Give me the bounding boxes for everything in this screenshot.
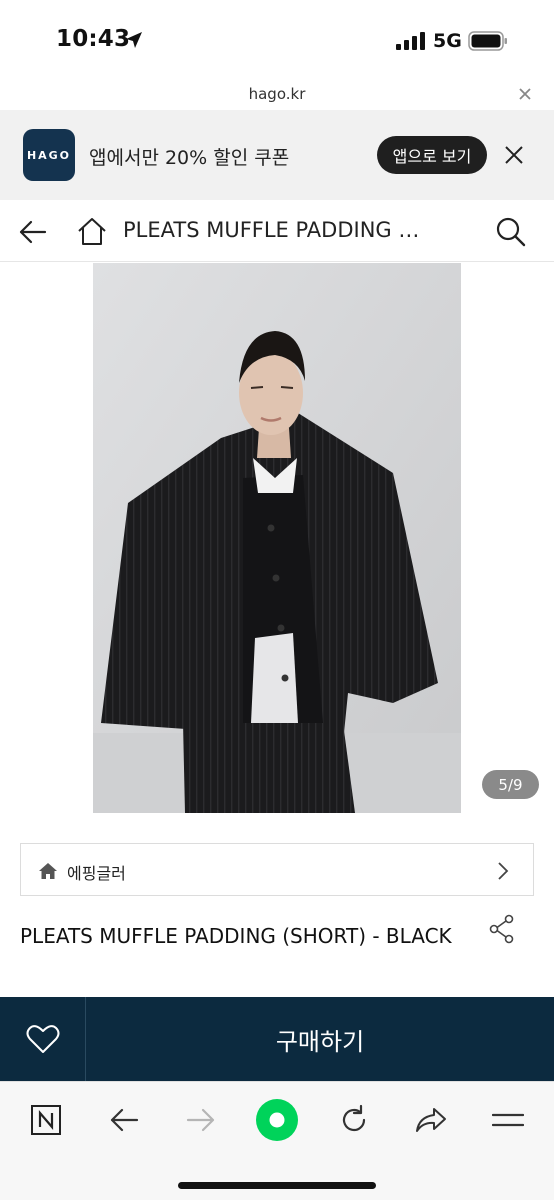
share-page-button[interactable] [411, 1100, 451, 1140]
page-title: PLEATS MUFFLE PADDING … [123, 218, 420, 242]
share-icon[interactable] [488, 914, 516, 944]
browser-back-button[interactable] [104, 1100, 144, 1140]
close-icon[interactable] [518, 87, 532, 101]
product-photo-illustration [93, 263, 461, 813]
reload-icon [342, 1104, 366, 1132]
reload-button[interactable] [334, 1100, 374, 1140]
purchase-bar: 구매하기 [0, 997, 554, 1081]
menu-icon [492, 1113, 524, 1127]
open-app-button[interactable]: 앱으로 보기 [377, 136, 487, 174]
signal-bars-icon [396, 32, 425, 50]
banner-message: 앱에서만 20% 할인 쿠폰 [89, 147, 290, 169]
green-circle-icon [256, 1099, 298, 1141]
search-icon[interactable] [495, 216, 527, 248]
product-title: PLEATS MUFFLE PADDING (SHORT) - BLACK [20, 924, 452, 948]
url-bar[interactable]: hago.kr [0, 80, 554, 110]
green-action-button[interactable] [255, 1098, 299, 1142]
hago-logo: HAGO [23, 129, 75, 181]
page-header: PLEATS MUFFLE PADDING … [0, 200, 554, 262]
brand-name: 에핑글러 [67, 864, 126, 883]
home-indicator [178, 1182, 376, 1189]
close-icon[interactable] [504, 145, 524, 165]
image-counter: 5/9 [482, 770, 539, 799]
status-time: 10:43 [56, 26, 131, 52]
url-text[interactable]: hago.kr [0, 85, 554, 103]
chevron-right-icon [498, 862, 509, 880]
network-type: 5G [433, 30, 462, 52]
battery-icon [468, 31, 507, 51]
heart-icon [26, 1025, 59, 1053]
naver-n-icon [31, 1105, 61, 1135]
status-bar: 10:43 5G [0, 0, 554, 80]
browser-forward-button[interactable] [181, 1100, 221, 1140]
forward-arrow-icon [186, 1108, 215, 1132]
home-icon[interactable] [76, 216, 108, 248]
browser-toolbar [0, 1081, 554, 1200]
app-download-banner: HAGO 앱에서만 20% 할인 쿠폰 앱으로 보기 [0, 110, 554, 200]
menu-button[interactable] [488, 1100, 528, 1140]
wishlist-button[interactable] [0, 997, 86, 1081]
naver-home-button[interactable] [26, 1100, 66, 1140]
share-arrow-icon [416, 1108, 446, 1132]
location-arrow-icon [126, 32, 142, 48]
back-arrow-icon [110, 1108, 139, 1132]
buy-button[interactable]: 구매하기 [86, 997, 554, 1081]
product-photo[interactable] [93, 263, 461, 813]
home-icon [39, 863, 57, 879]
brand-shop-link[interactable]: 에핑글러 [20, 843, 534, 896]
back-arrow-icon[interactable] [18, 218, 48, 246]
